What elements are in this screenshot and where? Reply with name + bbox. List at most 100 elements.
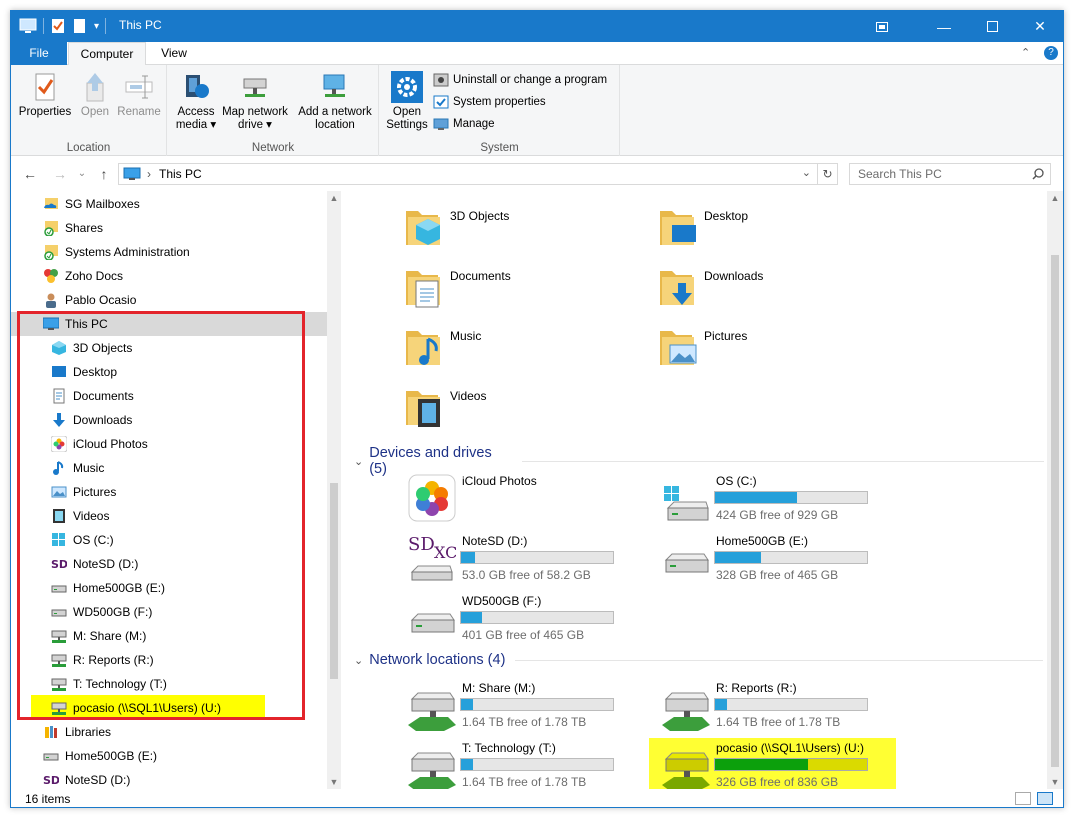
tab-view[interactable]: View (146, 42, 202, 65)
content-scroll-thumb[interactable] (1051, 255, 1059, 767)
pane-icon (876, 21, 888, 32)
minimize-button[interactable]: — (921, 11, 967, 42)
system-properties-button[interactable]: System properties (433, 92, 546, 112)
up-button[interactable]: ↑ (95, 165, 113, 183)
access-media-button[interactable]: Access media ▾ (174, 71, 218, 132)
quick-access-toolbar: ▾ (19, 16, 112, 36)
nav-item-shares[interactable]: Shares (11, 216, 327, 240)
access-media-label-1: Access (177, 106, 215, 118)
tab-file[interactable]: File (11, 42, 67, 65)
device-icloud-photos[interactable]: iCloud Photos (408, 474, 658, 534)
device-os-c[interactable]: OS (C:) 424 GB free of 929 GB (662, 474, 912, 534)
nav-item-libraries[interactable]: Libraries (11, 720, 327, 744)
nav-label: Pablo Ocasio (65, 293, 137, 307)
group-location-label: Location (66, 142, 111, 154)
search-placeholder: Search This PC (858, 167, 942, 181)
map-network-drive-button[interactable]: Map network drive ▾ (218, 71, 292, 132)
folder-label: Pictures (704, 329, 748, 343)
section-devices-and-drives[interactable]: ⌄ Devices and drives (5) (354, 445, 1044, 477)
minimize-icon: — (937, 18, 951, 35)
open-button[interactable]: Open (75, 71, 115, 119)
network-r-reports[interactable]: R: Reports (R:) 1.64 TB free of 1.78 TB (662, 681, 912, 741)
drive-icon (664, 553, 709, 573)
help-icon[interactable]: ? (1044, 46, 1058, 60)
folder-downloads[interactable]: Downloads (658, 265, 763, 309)
usage-bar (460, 611, 614, 624)
folder-documents[interactable]: Documents (404, 265, 511, 309)
device-wd500gb-f[interactable]: WD500GB (F:) 401 GB free of 465 GB (408, 594, 658, 654)
breadcrumb-this-pc[interactable]: This PC (159, 167, 202, 181)
nav-scroll-thumb[interactable] (330, 483, 338, 679)
address-bar[interactable]: › This PC ⌄ ↻ (118, 163, 838, 185)
folder-desktop[interactable]: Desktop (658, 205, 748, 249)
chevron-down-icon[interactable]: ⌄ (354, 654, 363, 667)
device-name: iCloud Photos (462, 474, 537, 488)
add-network-location-button[interactable]: Add a network location (294, 71, 376, 132)
maximize-button[interactable] (969, 11, 1015, 42)
usage-bar (460, 698, 614, 711)
tab-computer[interactable]: Computer (68, 42, 146, 66)
scroll-down-icon[interactable]: ▼ (327, 777, 341, 787)
recent-locations-button[interactable]: ⌄ (73, 165, 91, 183)
device-home500gb-e[interactable]: Home500GB (E:) 328 GB free of 465 GB (662, 534, 912, 594)
scroll-down-icon[interactable]: ▼ (1047, 777, 1063, 787)
collapse-ribbon-icon[interactable]: ⌃ (1021, 46, 1030, 59)
videos-folder-icon (406, 391, 440, 427)
nav-item-notesd-d-2[interactable]: SD NoteSD (D:) (11, 768, 327, 789)
folder-3d-objects[interactable]: 3D Objects (404, 205, 509, 249)
back-button[interactable]: ← (21, 165, 39, 183)
device-name: NoteSD (D:) (462, 534, 528, 548)
section-network-locations[interactable]: ⌄ Network locations (4) (354, 652, 1044, 668)
forward-button[interactable]: → (51, 165, 69, 183)
nav-item-systems-administration[interactable]: Systems Administration (11, 240, 327, 264)
nav-item-home500gb-e-2[interactable]: Home500GB (E:) (11, 744, 327, 768)
close-button[interactable]: ✕ (1017, 11, 1063, 42)
help-pane-button[interactable] (859, 11, 905, 42)
usage-bar (714, 551, 868, 564)
device-notesd-d[interactable]: SD XC NoteSD (D:) 53.0 GB free of 58.2 GB (408, 534, 658, 594)
manage-label: Manage (453, 118, 495, 130)
properties-button[interactable]: Properties (17, 71, 73, 119)
scroll-up-icon[interactable]: ▲ (327, 193, 341, 203)
nav-item-pablo-ocasio[interactable]: Pablo Ocasio (11, 288, 327, 312)
large-icons-view-icon[interactable] (1037, 792, 1053, 805)
search-input[interactable]: Search This PC (849, 163, 1051, 185)
open-settings-button[interactable]: Open Settings (384, 71, 430, 132)
address-dropdown-icon[interactable]: ⌄ (802, 166, 811, 179)
usage-fill (715, 552, 761, 563)
drive-icon (43, 753, 59, 761)
nav-scrollbar[interactable]: ▲ ▼ (327, 191, 341, 789)
network-drive-icon (408, 692, 456, 731)
folder-label: Music (450, 329, 482, 343)
rename-button[interactable]: Rename (115, 71, 163, 119)
network-m-share[interactable]: M: Share (M:) 1.64 TB free of 1.78 TB (408, 681, 658, 741)
properties-icon[interactable] (50, 18, 66, 34)
nav-item-sg-mailboxes[interactable]: SG Mailboxes (11, 192, 327, 216)
map-drive-icon (243, 78, 267, 97)
up-arrow-icon: ↑ (100, 166, 108, 182)
details-view-icon[interactable] (1015, 792, 1031, 805)
content-scrollbar[interactable]: ▲ ▼ (1047, 191, 1063, 789)
new-folder-icon[interactable] (72, 18, 88, 34)
access-media-label-2: media ▾ (175, 119, 217, 131)
close-icon: ✕ (1034, 18, 1046, 34)
folder-music[interactable]: Music (404, 325, 481, 369)
forward-arrow-icon: → (53, 166, 67, 182)
folder-videos[interactable]: Videos (404, 385, 486, 429)
rename-label: Rename (117, 106, 161, 118)
device-name: WD500GB (F:) (462, 594, 542, 608)
computer-icon (19, 18, 37, 33)
scroll-up-icon[interactable]: ▲ (1047, 193, 1063, 203)
group-system-label: System (480, 142, 519, 154)
nav-item-zoho-docs[interactable]: Zoho Docs (11, 264, 327, 288)
usage-fill (461, 759, 474, 770)
customize-toolbar-chevron-icon[interactable]: ▾ (94, 21, 99, 32)
manage-button[interactable]: Manage (433, 114, 495, 134)
highlight-red-box (17, 311, 305, 720)
chevron-down-icon[interactable]: ⌄ (354, 455, 363, 468)
breadcrumb-chevron-icon[interactable]: › (147, 167, 151, 181)
uninstall-program-button[interactable]: Uninstall or change a program (433, 70, 607, 90)
refresh-icon[interactable]: ↻ (817, 164, 837, 184)
status-bar: 16 items (11, 789, 1063, 807)
folder-pictures[interactable]: Pictures (658, 325, 747, 369)
